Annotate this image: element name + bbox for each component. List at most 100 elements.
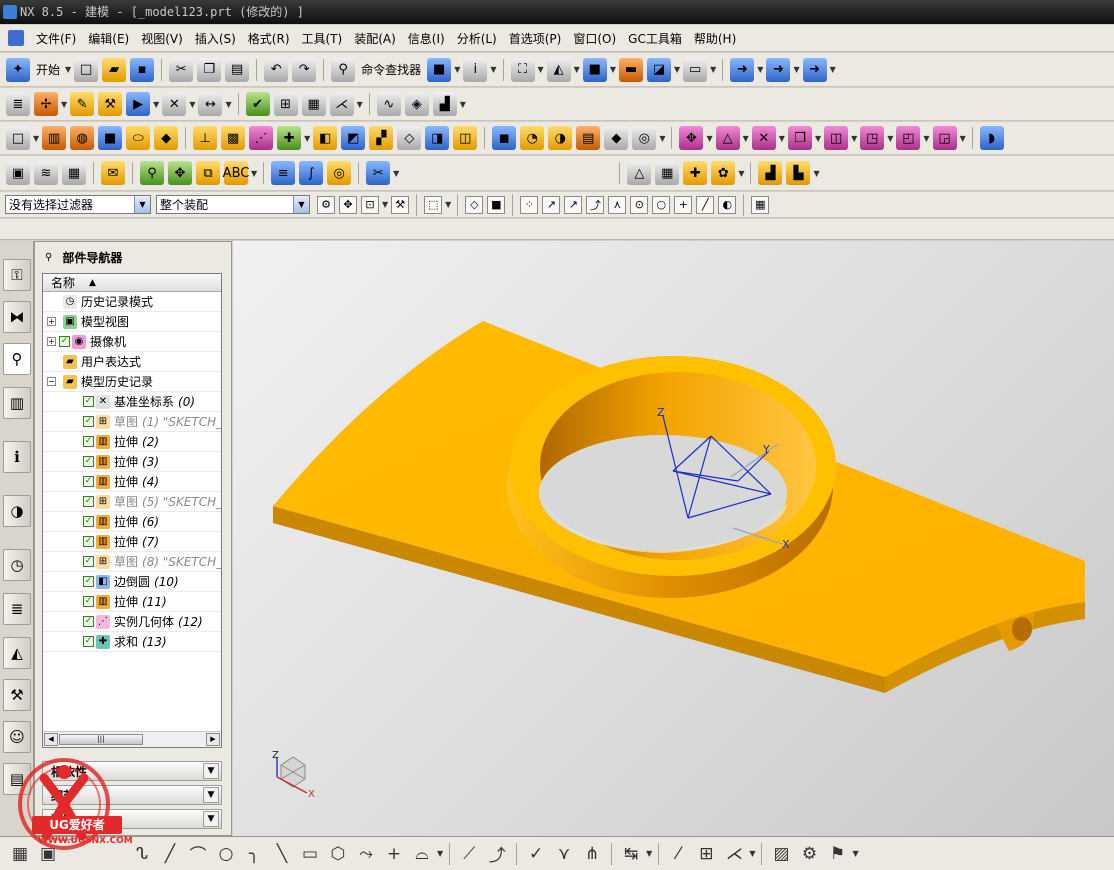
sketch-dropdown-icon[interactable]: ▼ <box>33 134 39 143</box>
surface-icon[interactable]: ◈ <box>404 92 429 116</box>
navigator-row[interactable]: ▰ 用户表达式 <box>43 352 221 372</box>
dimension-sketch-icon[interactable]: ↹ <box>620 843 642 865</box>
coil-icon[interactable]: ◎ <box>327 161 352 185</box>
background-dropdown-icon[interactable]: ▼ <box>710 65 716 74</box>
sync-delete-icon[interactable]: ✕ <box>751 126 776 150</box>
pattern-icon[interactable]: ⋰ <box>249 126 274 150</box>
menu-item[interactable]: 编辑(E) <box>82 30 135 47</box>
snap-point-exist-icon[interactable]: + <box>674 195 693 214</box>
open-folder-icon[interactable]: ▰ <box>102 57 127 82</box>
render-style-dropdown-icon[interactable]: ▼ <box>454 65 460 74</box>
grid-toggle-icon[interactable]: ▦ <box>751 195 770 214</box>
scroll-thumb[interactable]: ||| <box>59 734 143 745</box>
menu-item[interactable]: 帮助(H) <box>688 30 742 47</box>
info-icon[interactable]: i <box>463 57 488 82</box>
layer-icon[interactable]: ▬ <box>618 57 643 82</box>
new-file-icon[interactable]: □ <box>74 57 99 82</box>
navigator-row[interactable]: ✓ ⊞ 草图 (8) "SKETCH_ <box>43 552 221 572</box>
datum-dropdown-icon[interactable]: ▼ <box>357 100 363 109</box>
constraint-sketch-icon[interactable]: ⁄ <box>667 843 689 865</box>
revolve-icon[interactable]: ◍ <box>70 126 95 150</box>
thicken-icon[interactable]: ◔ <box>520 126 545 150</box>
snap-dropdown-icon[interactable]: ▼ <box>382 200 388 209</box>
measure-icon[interactable]: ↔ <box>198 92 223 116</box>
snap-control-icon[interactable]: ⤴ <box>586 195 605 214</box>
quick-extend-icon[interactable]: ⤴ <box>486 843 508 866</box>
start-button[interactable]: 开始 <box>36 61 60 78</box>
draft-icon[interactable]: ◇ <box>397 126 422 150</box>
sync-move-dropdown-icon[interactable]: ▼ <box>706 134 712 143</box>
navigator-row[interactable]: ✓ ▥ 拉伸 (11) <box>43 592 221 612</box>
chevron-down-icon[interactable]: ▼ <box>293 196 309 213</box>
snap-on-curve-icon[interactable]: ╱ <box>696 195 715 214</box>
snap-icon[interactable]: ✥ <box>339 195 357 214</box>
navigator-row[interactable]: ✓ ▥ 拉伸 (4) <box>43 472 221 492</box>
group-dropdown-icon[interactable]: ▼ <box>813 169 819 178</box>
layer-settings-icon[interactable]: ≣ <box>6 92 30 116</box>
snap-grid-icon[interactable]: ⁘ <box>520 195 539 214</box>
menu-item[interactable]: 格式(R) <box>242 30 296 47</box>
point-dropdown-icon[interactable]: ▼ <box>61 100 67 109</box>
chevron-down-icon[interactable]: ▼ <box>134 196 150 213</box>
sync-resize-icon[interactable]: ◳ <box>860 126 885 150</box>
navigator-row[interactable]: ✓ ⋰ 实例几何体 (12) <box>43 612 221 632</box>
add-component-icon[interactable]: ≋ <box>34 161 58 185</box>
quick-trim-icon[interactable]: ⟋ <box>458 843 480 865</box>
sphere-icon[interactable]: ◎ <box>632 126 657 150</box>
check-icon[interactable]: ✔ <box>245 92 270 116</box>
process-studio-tab-icon[interactable]: ◭ <box>3 637 31 669</box>
move-dropdown-icon[interactable]: ▼ <box>793 65 799 74</box>
rectangle-select-dropdown-icon[interactable]: ▼ <box>445 200 451 209</box>
visibility-checkbox[interactable]: ✓ <box>83 556 94 567</box>
offset-curve-icon[interactable]: ⌓ <box>411 843 433 865</box>
graphics-window[interactable]: Z Y X Z X <box>233 241 1114 836</box>
alternate-solution-icon[interactable]: ⚙ <box>798 843 820 865</box>
menu-item[interactable]: 插入(S) <box>189 30 242 47</box>
sync-offset-dropdown-icon[interactable]: ▼ <box>851 134 857 143</box>
filter-settings-icon[interactable]: ⚙ <box>317 195 335 214</box>
selection-filter-select[interactable]: 没有选择过滤器 ▼ <box>5 195 151 214</box>
navigator-row[interactable]: ✓ ▥ 拉伸 (6) <box>43 512 221 532</box>
trim-body-icon[interactable]: ◨ <box>425 126 450 150</box>
reference-set-icon[interactable]: ABC <box>223 161 249 185</box>
blend-face-icon[interactable]: ◗ <box>979 126 1004 150</box>
sync-delete-dropdown-icon[interactable]: ▼ <box>779 134 785 143</box>
expand-icon[interactable]: + <box>47 317 56 326</box>
navigator-row[interactable]: − ▰ 模型历史记录 <box>43 372 221 392</box>
menu-item[interactable]: 分析(L) <box>451 30 503 47</box>
snap-quadrant-icon[interactable]: ○ <box>652 195 671 214</box>
fit-dropdown-icon[interactable]: ▼ <box>538 65 544 74</box>
offset-dropdown-icon[interactable]: ▼ <box>437 849 443 858</box>
menu-item[interactable]: 信息(I) <box>402 30 451 47</box>
shaded-cube-icon[interactable]: ■ <box>427 57 452 82</box>
sync-offset-icon[interactable]: ◫ <box>824 126 849 150</box>
polygon-icon[interactable]: ⬡ <box>327 843 349 865</box>
command-finder-button[interactable]: 命令查找器 <box>361 61 421 78</box>
extrude-icon[interactable]: ▥ <box>42 126 67 150</box>
visibility-checkbox[interactable]: ✓ <box>83 416 94 427</box>
sync-replace-icon[interactable]: ❐ <box>787 126 812 150</box>
menu-item[interactable]: 文件(F) <box>30 30 82 47</box>
flower-icon[interactable]: ✿ <box>711 161 736 185</box>
line-icon[interactable]: ╱ <box>159 843 181 865</box>
flower-dropdown-icon[interactable]: ▼ <box>738 169 744 178</box>
navigator-row[interactable]: ✓ ✕ 基准坐标系 (0) <box>43 392 221 412</box>
navigator-tree[interactable]: 名称 ▲ ◷ 历史记录模式 + ▣ 模型视图 + ✓ ◉ 摄像机 ▰ 用户表达式 − ▰ 模型历史记录 ✓ ✕… <box>42 273 222 748</box>
info-dropdown-icon[interactable]: ▼ <box>490 65 496 74</box>
visibility-checkbox[interactable]: ✓ <box>83 616 94 627</box>
analysis-icon[interactable]: ▟ <box>432 92 457 116</box>
auto-constrain-icon[interactable]: ⊞ <box>695 843 717 865</box>
arrow-dropdown-icon[interactable]: ▼ <box>153 100 159 109</box>
manufacturing-wizard-tab-icon[interactable]: ⚒ <box>3 679 31 711</box>
start-icon[interactable]: ✦ <box>6 57 30 82</box>
curve-icon[interactable]: ∿ <box>376 92 401 116</box>
navigator-row[interactable]: ✓ ▥ 拉伸 (3) <box>43 452 221 472</box>
menu-item[interactable]: 窗口(O) <box>567 30 622 47</box>
model-view[interactable]: Z Y X Z X <box>233 241 1114 836</box>
unite-dropdown-icon[interactable]: ▼ <box>304 134 310 143</box>
snap-on-face-icon[interactable]: ◐ <box>718 195 737 214</box>
sew-icon[interactable]: ◑ <box>548 126 573 150</box>
visibility-checkbox[interactable]: ✓ <box>83 476 94 487</box>
wcs-icon[interactable]: ◪ <box>646 57 671 82</box>
split-body-icon[interactable]: ◫ <box>453 126 478 150</box>
